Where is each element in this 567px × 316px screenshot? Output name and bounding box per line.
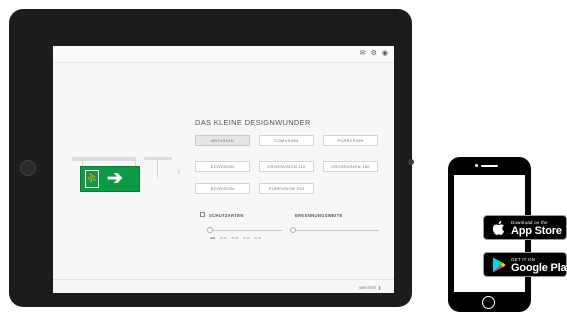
schutzarten-slider-thumb[interactable] (207, 227, 213, 233)
tablet-home-button[interactable] (20, 160, 36, 176)
option-button[interactable]: COMVSION (259, 135, 314, 146)
schutzarten-ticks: Alle IP 40 IP 42 IP 44 IP 65 (210, 236, 261, 240)
phone-home-button[interactable] (482, 296, 495, 309)
suspension-wire (157, 160, 158, 178)
schutzarten-icon (200, 212, 205, 217)
page-heading: DAS KLEINE DESIGNWUNDER (195, 118, 311, 127)
apple-icon (492, 220, 505, 235)
app-store-badge[interactable]: Download on the App Store (483, 215, 567, 240)
email-icon[interactable]: ✉ (360, 50, 366, 58)
phone-speaker (481, 165, 498, 167)
slider-tick-label: IP 40 (220, 236, 227, 240)
front-camera (475, 164, 478, 167)
next-preview-chevron-icon[interactable]: › (177, 166, 180, 177)
option-button[interactable]: CROSSVSION 110 (259, 161, 314, 172)
erkennungsweite-slider-track[interactable] (293, 230, 379, 231)
exit-sign: ⛹ ➔ (80, 166, 140, 192)
tablet-frame: ✉ ⚙ ◉ ⛹ ➔ › DAS KLEINE DESIGNWUNDER ARTVSI… (9, 9, 414, 307)
erkennungsweite-ticks: Alle10 m15 m20 m22 m25 m30 m32 m35 m40 m… (293, 236, 379, 239)
next-button[interactable]: WEITER ❯ (359, 285, 381, 290)
running-person-icon: ⛹ (85, 170, 99, 188)
top-icon-group: ✉ ⚙ ◉ (360, 50, 388, 58)
option-button[interactable]: CROSSVSION 160 (323, 161, 378, 172)
arrow-right-icon: ➔ (107, 168, 123, 189)
google-play-icon (493, 257, 506, 273)
erkennungsweite-slider-thumb[interactable] (290, 227, 296, 233)
configurator-screen: ✉ ⚙ ◉ ⛹ ➔ › DAS KLEINE DESIGNWUNDER ARTVSI… (53, 46, 394, 293)
schutzarten-slider-track[interactable] (210, 230, 282, 231)
option-button[interactable]: ECOVSION (195, 161, 250, 172)
option-button[interactable]: ECOVSION (195, 183, 250, 194)
luminaire-body-alt (144, 157, 172, 160)
option-button[interactable]: PUREVSION (323, 135, 378, 146)
settings-icon[interactable]: ⚙ (371, 50, 377, 58)
option-button[interactable]: ARTVSION (195, 135, 250, 146)
slider-tick-label: IP 42 (231, 236, 239, 240)
slider-tick-label: IP 44 (243, 236, 250, 240)
erkennungsweite-label: ERKENNUNGSWEITE (295, 213, 343, 218)
option-button[interactable]: PUREVSION 310 (259, 183, 314, 194)
globe-icon[interactable]: ◉ (382, 50, 388, 58)
schutzarten-label: SCHUTZARTEN (209, 213, 244, 218)
tablet-camera (408, 159, 414, 165)
google-play-badge[interactable]: GET IT ON Google Play (483, 252, 567, 277)
app-store-big-text: App Store (511, 225, 562, 237)
product-preview: ⛹ ➔ (65, 149, 178, 199)
footer-divider (53, 279, 394, 280)
google-play-big-text: Google Play (511, 262, 567, 274)
slider-tick-label: IP 65 (254, 236, 262, 240)
top-bar: ✉ ⚙ ◉ (53, 46, 394, 63)
slider-tick-label: Alle (210, 236, 216, 240)
